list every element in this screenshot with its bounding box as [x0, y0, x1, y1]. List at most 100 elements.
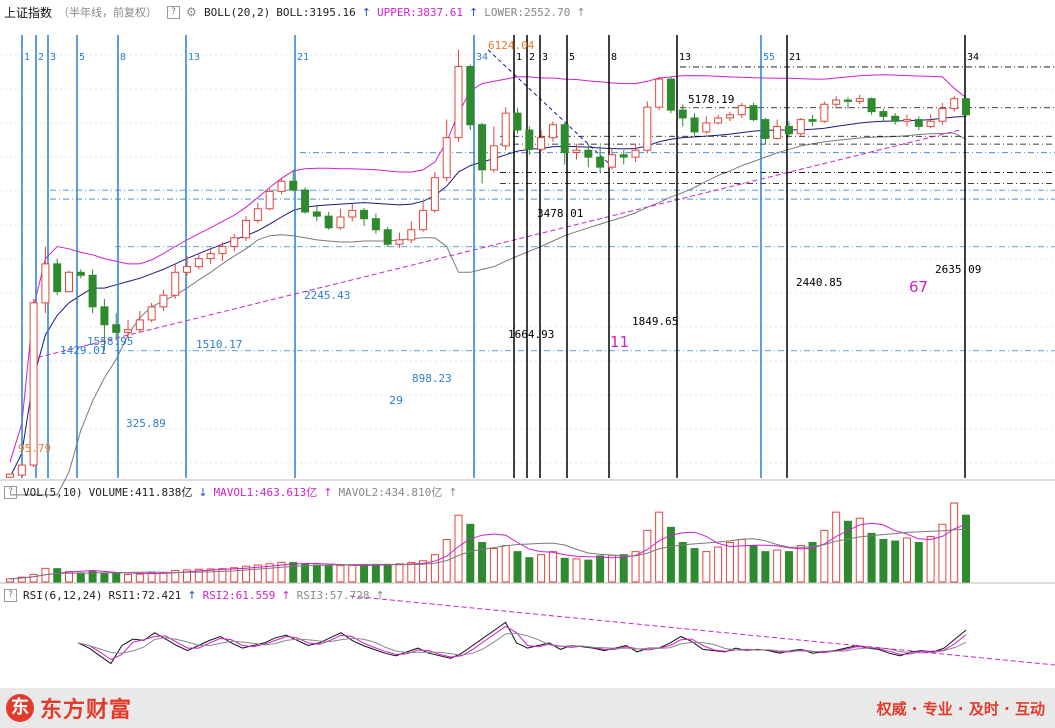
price-label: 5178.19	[688, 93, 734, 106]
candle-body	[914, 119, 923, 127]
candle-body	[277, 180, 286, 192]
candle-body	[643, 106, 652, 151]
volume-bar	[324, 565, 333, 583]
volume-bar	[879, 538, 888, 583]
fib-black-label: 5	[569, 52, 575, 63]
count-label: 11	[610, 333, 629, 351]
volume-bar	[112, 572, 121, 583]
volume-bar	[537, 554, 546, 583]
volume-bar	[76, 572, 85, 583]
price-label: 898.23	[412, 372, 452, 385]
volume-bar	[891, 540, 900, 583]
price-label: 1558.95	[87, 335, 133, 348]
candle-body	[820, 103, 829, 122]
volume-bar	[796, 545, 805, 583]
help-icon[interactable]: ?	[167, 5, 181, 19]
volume-bar	[867, 532, 876, 583]
fib-black-label: 13	[679, 52, 691, 63]
help-icon[interactable]: ?	[4, 485, 17, 499]
candle-body	[230, 237, 239, 248]
arrow-up-icon: ↑	[375, 588, 385, 602]
candle-body	[466, 66, 475, 126]
candle-body	[525, 129, 534, 150]
fib-blue-label: 5	[79, 52, 85, 63]
arrow-up-icon: ↑	[448, 485, 458, 499]
volume-bar	[430, 554, 439, 583]
volume-bar	[135, 573, 144, 583]
fib-black-label: 21	[789, 52, 801, 63]
volume-bar	[714, 546, 723, 583]
indicator-name[interactable]: BOLL(20,2)	[204, 6, 270, 19]
fib-black-label: 1	[516, 52, 522, 63]
footer-bar: 东 东方财富 权威 · 专业 · 及时 · 互动	[0, 688, 1055, 728]
volume-bar	[619, 554, 628, 583]
candle-body	[100, 306, 109, 326]
candle-body	[938, 108, 947, 122]
candle-body	[442, 137, 451, 179]
candle-body	[253, 208, 262, 221]
candle-body	[501, 112, 510, 147]
volume-bar	[218, 568, 227, 583]
candle-body	[112, 324, 121, 333]
fib-blue-label: 3	[50, 52, 56, 63]
brand-name: 东方财富	[40, 698, 133, 723]
candle-body	[714, 117, 723, 124]
volume-bar	[53, 568, 62, 583]
price-label: 2635.09	[935, 263, 981, 276]
candle-body	[950, 98, 959, 110]
candle-body	[147, 306, 156, 321]
volume-bar	[655, 511, 664, 583]
candle-body	[749, 105, 758, 121]
candle-body	[29, 302, 38, 466]
candle-body	[879, 111, 888, 117]
rsi1-line	[77, 621, 967, 665]
candle-body	[76, 271, 85, 276]
candle-body	[53, 263, 62, 293]
candle-body	[17, 464, 26, 476]
candle-body	[655, 78, 664, 108]
candle-body	[808, 119, 817, 122]
main-chart-header: 上证指数 （半年线，前复权） ? ⚙ BOLL(20,2) BOLL:3195.…	[0, 2, 1055, 22]
price-label: 325.89	[126, 417, 166, 430]
volume-bar	[690, 548, 699, 583]
volume-bar	[513, 551, 522, 583]
price-label: 2440.85	[796, 276, 842, 289]
vol-indicator-name[interactable]: VOL(5,10)	[23, 486, 83, 499]
candle-body	[206, 253, 215, 260]
help-icon[interactable]: ?	[4, 588, 17, 602]
candle-body	[371, 218, 380, 231]
boll-value: BOLL:3195.16	[276, 5, 356, 19]
fib-black-label: 2	[529, 52, 535, 63]
fib-blue-label: 55	[763, 52, 775, 63]
volume-value: VOLUME:411.838亿	[88, 486, 193, 499]
count-label: 67	[909, 278, 928, 296]
candle-body	[962, 98, 970, 116]
candle-body	[301, 189, 310, 213]
brand-slogan: 权威 · 专业 · 及时 · 互动	[876, 699, 1045, 718]
gear-icon[interactable]: ⚙	[186, 6, 198, 18]
candle-body	[218, 246, 227, 255]
volume-bar	[407, 562, 416, 583]
volume-bar	[348, 564, 357, 583]
fib-blue-label: 1	[24, 52, 30, 63]
brand-logo[interactable]: 东 东方财富	[6, 692, 132, 724]
volume-bar	[914, 542, 923, 583]
volume-bar	[312, 564, 321, 583]
candle-body	[702, 122, 711, 133]
candle-body	[135, 319, 144, 331]
rsi-indicator-name[interactable]: RSI(6,12,24)	[23, 589, 102, 602]
arrow-down-icon: ↓	[198, 485, 208, 499]
fib-blue-label: 13	[188, 52, 200, 63]
candle-body	[65, 271, 74, 293]
volume-bar	[773, 549, 782, 583]
volume-bar	[902, 537, 911, 583]
candle-body	[360, 209, 369, 220]
count-label: 29	[389, 394, 403, 407]
volume-bar	[6, 578, 14, 583]
candle-body	[88, 274, 97, 308]
candle-body	[596, 156, 605, 168]
candle-body	[430, 177, 439, 211]
volume-bar	[124, 573, 133, 583]
candle-body	[41, 263, 50, 304]
candle-body	[584, 149, 593, 158]
